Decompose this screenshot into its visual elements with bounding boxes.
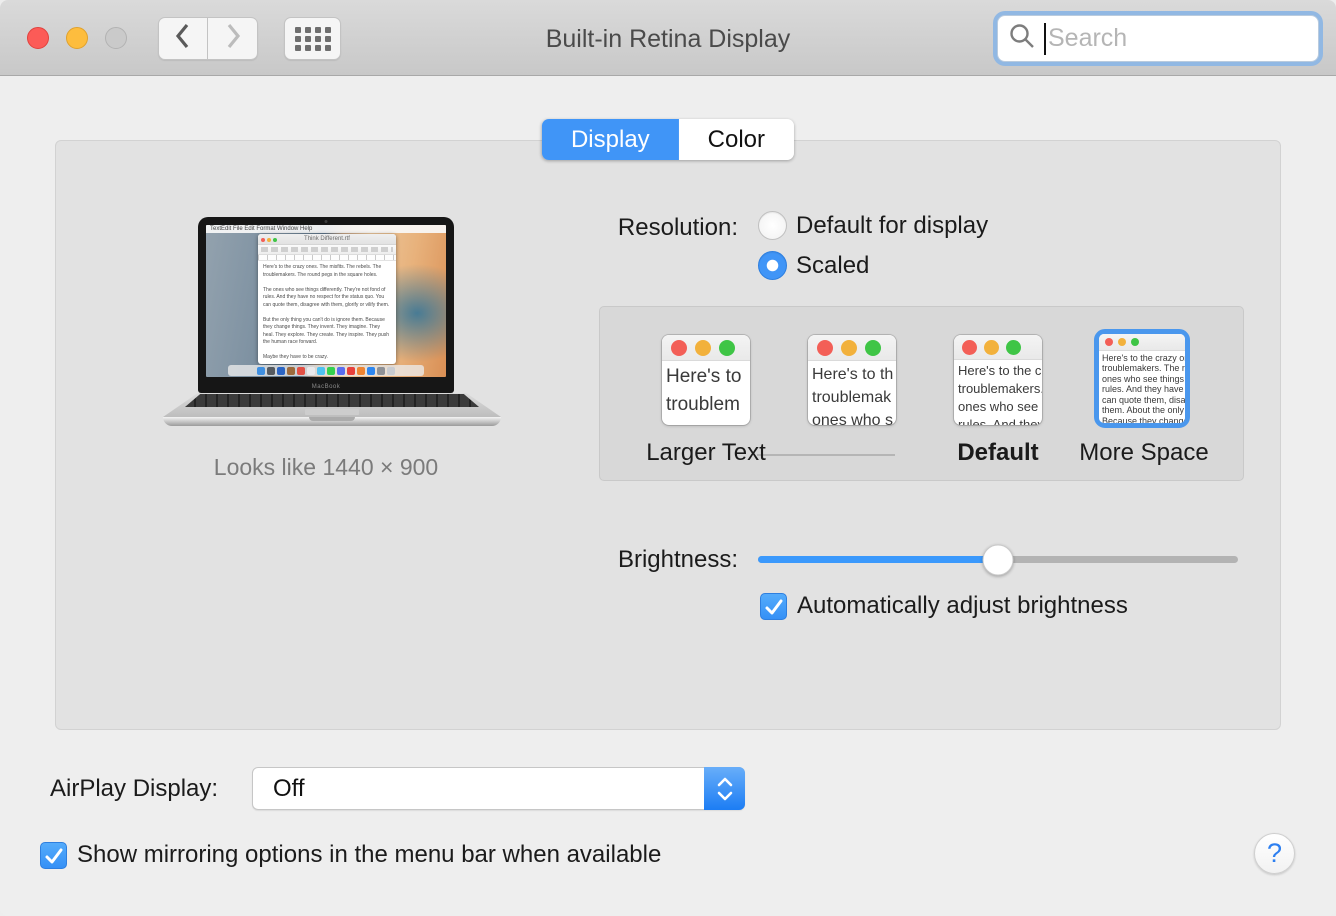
scale-label-larger-text: Larger Text — [621, 439, 791, 467]
airplay-display-popup[interactable]: Off — [252, 767, 745, 810]
thumb-titlebar — [954, 335, 1042, 360]
brightness-slider-fill — [758, 556, 998, 563]
scale-label-more-space: More Space — [1058, 439, 1230, 467]
show-all-button[interactable] — [284, 17, 341, 60]
close-button[interactable] — [27, 27, 49, 49]
help-button[interactable]: ? — [1254, 833, 1295, 874]
resolution-label: Resolution: — [56, 214, 738, 242]
search-field[interactable] — [997, 15, 1319, 62]
auto-brightness-row[interactable]: Automatically adjust brightness — [760, 592, 1128, 620]
brightness-slider[interactable] — [758, 556, 1238, 563]
scale-thumb-larger-text[interactable]: Here's to troublem — [662, 335, 750, 425]
laptop-keys — [163, 394, 501, 407]
popup-chevrons-icon — [704, 767, 745, 810]
thumb-preview-text: Here's to the cr troublemakers. ones who… — [954, 360, 1042, 425]
thumb-preview-text: Here's to th troublemak ones who s — [808, 361, 896, 425]
display-color-tabs: Display Color — [542, 119, 794, 160]
chevron-left-icon — [174, 21, 192, 56]
scale-thumb-more-space[interactable]: Here's to the crazy one troublemakers. T… — [1094, 329, 1190, 428]
thumb-preview-text: Here's to the crazy one troublemakers. T… — [1099, 351, 1185, 423]
question-mark-icon: ? — [1267, 838, 1282, 868]
preview-screen-wallpaper: TextEdit File Edit Format Window Help Th… — [206, 225, 446, 377]
radio-scaled[interactable] — [758, 251, 787, 280]
text-caret — [1044, 23, 1046, 55]
tab-color[interactable]: Color — [679, 119, 794, 160]
brightness-slider-thumb[interactable] — [983, 544, 1014, 575]
radio-default-for-display[interactable] — [758, 211, 787, 240]
airplay-display-label: AirPlay Display: — [50, 767, 218, 810]
zoom-button-disabled — [105, 27, 127, 49]
minimize-button[interactable] — [66, 27, 88, 49]
auto-brightness-label: Automatically adjust brightness — [797, 592, 1128, 620]
grid-icon — [295, 27, 331, 51]
brightness-label: Brightness: — [56, 546, 738, 574]
back-button[interactable] — [158, 17, 208, 60]
mirroring-label: Show mirroring options in the menu bar w… — [77, 841, 661, 869]
device-label: MacBook — [198, 384, 454, 390]
display-settings-panel: TextEdit File Edit Format Window Help Th… — [55, 140, 1281, 730]
checkmark-icon — [763, 597, 785, 619]
search-icon — [1008, 22, 1036, 55]
scaled-options-panel: Here's to troublem Here's to th troublem… — [599, 306, 1244, 481]
dock — [228, 365, 425, 376]
resolution-option-scaled[interactable]: Scaled — [758, 251, 869, 280]
chevron-right-icon — [224, 21, 242, 56]
laptop-base — [163, 417, 501, 426]
looks-like-caption: Looks like 1440 × 900 — [146, 454, 506, 481]
radio-label-default: Default for display — [796, 212, 988, 240]
thumb-preview-text: Here's to troublem — [662, 361, 750, 420]
laptop-trackpad — [305, 409, 359, 415]
thumb-titlebar — [808, 335, 896, 361]
checkmark-icon — [43, 846, 65, 868]
thumb-titlebar — [1099, 334, 1185, 351]
scale-thumb-default[interactable]: Here's to the cr troublemakers. ones who… — [954, 335, 1042, 425]
scale-thumb-2[interactable]: Here's to th troublemak ones who s — [808, 335, 896, 425]
auto-brightness-checkbox[interactable] — [760, 593, 787, 620]
mirroring-checkbox[interactable] — [40, 842, 67, 869]
resolution-option-default[interactable]: Default for display — [758, 211, 988, 240]
preview-toolbar — [258, 245, 396, 255]
display-preview-image: TextEdit File Edit Format Window Help Th… — [198, 217, 454, 393]
traffic-lights — [27, 27, 127, 49]
radio-label-scaled: Scaled — [796, 252, 869, 280]
preview-document-text: Here's to the crazy ones. The misfits. T… — [258, 261, 396, 364]
navigation-buttons — [158, 17, 258, 60]
titlebar[interactable]: Built-in Retina Display — [0, 0, 1336, 76]
preview-textedit-window: Think Different.rtf Here's to the crazy … — [258, 234, 396, 364]
search-input[interactable] — [1048, 24, 1308, 53]
displays-preferences-window: Built-in Retina Display — [0, 0, 1336, 916]
forward-button-disabled — [208, 17, 258, 60]
airplay-selected-value: Off — [273, 768, 305, 809]
tab-display[interactable]: Display — [542, 119, 679, 160]
thumb-titlebar — [662, 335, 750, 361]
mirroring-options-row[interactable]: Show mirroring options in the menu bar w… — [40, 841, 661, 869]
